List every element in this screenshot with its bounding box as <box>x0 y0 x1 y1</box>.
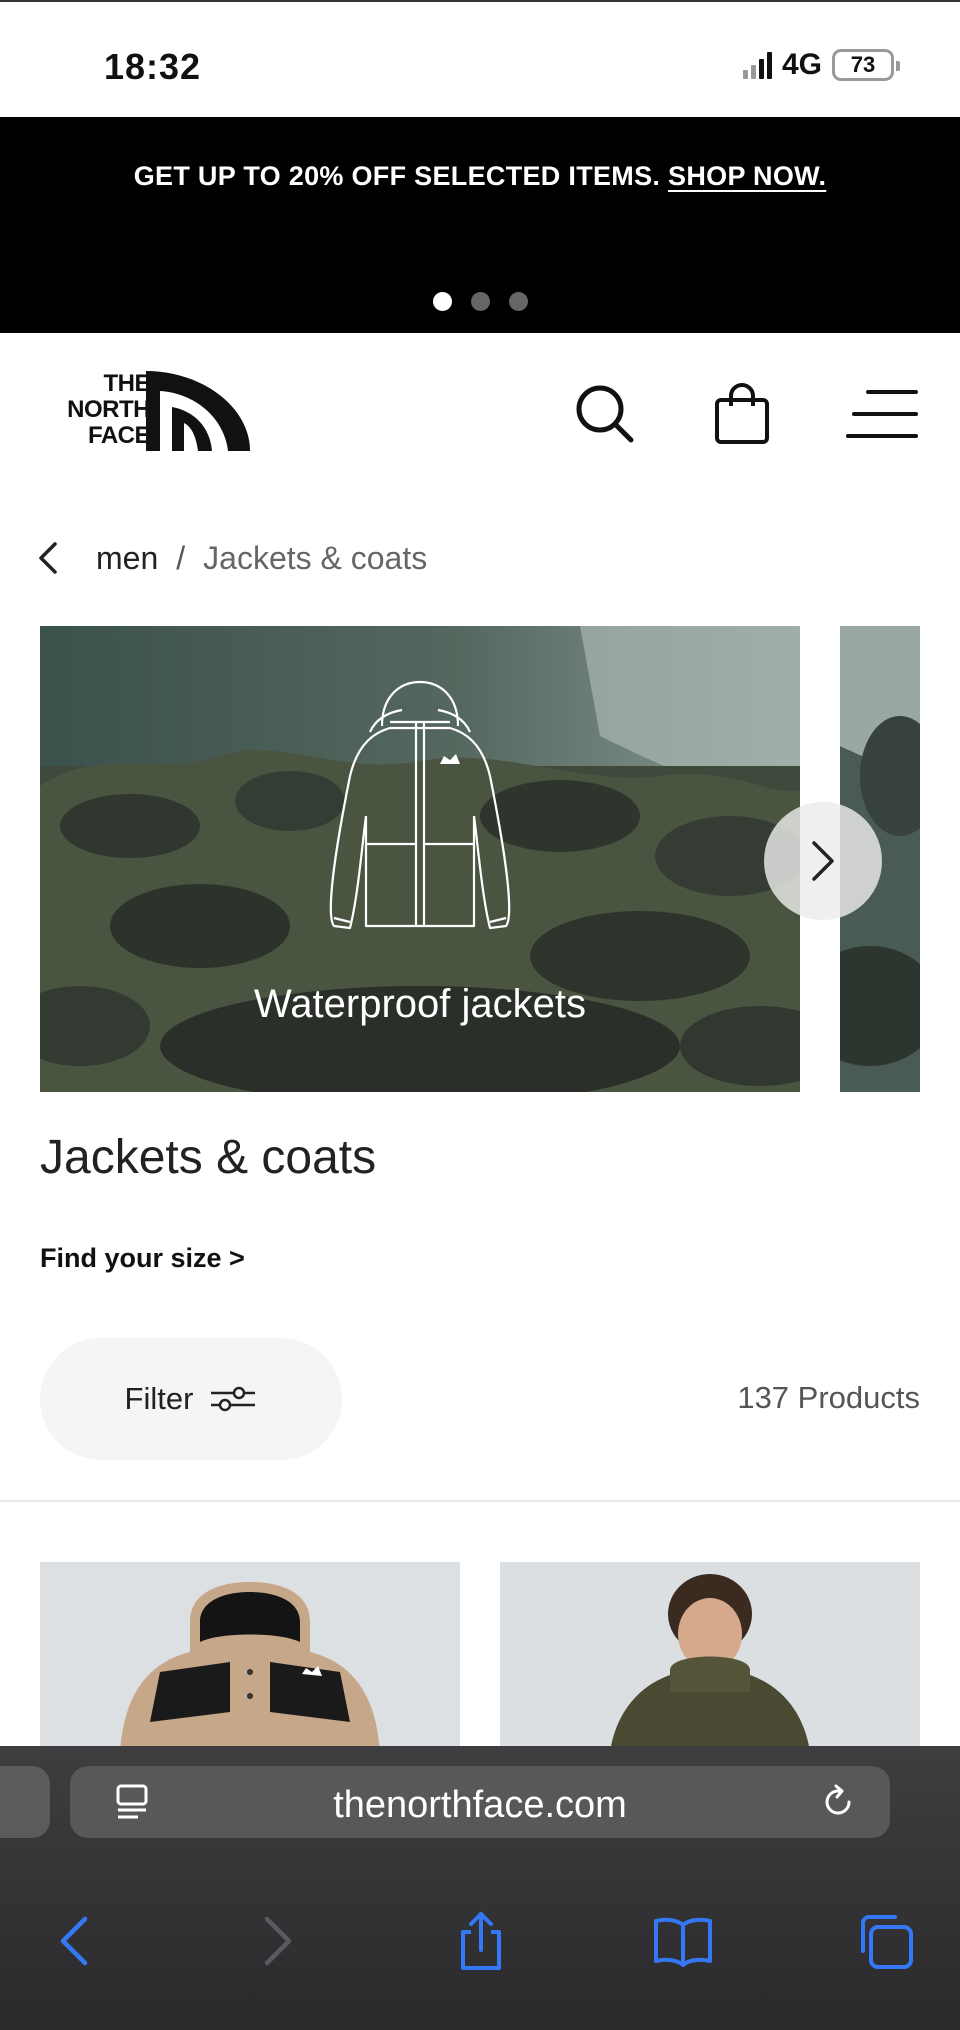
carousel-next-button[interactable] <box>764 802 882 920</box>
promo-pagination <box>0 292 960 311</box>
product-card-1[interactable] <box>40 1562 460 1752</box>
product-card-2[interactable] <box>500 1562 920 1752</box>
status-time: 18:32 <box>104 46 202 87</box>
battery-icon: 73 <box>832 49 900 81</box>
breadcrumb-men-link[interactable]: men <box>96 540 158 577</box>
status-bar: 18:32 4G 73 <box>0 0 960 117</box>
find-your-size-link[interactable]: Find your size > <box>40 1243 245 1274</box>
previous-tab-peek[interactable] <box>0 1766 50 1838</box>
filter-button[interactable]: Filter <box>40 1338 342 1460</box>
battery-level: 73 <box>850 52 876 77</box>
menu-icon[interactable] <box>846 379 918 449</box>
product-image-jacket-1 <box>40 1562 460 1752</box>
pagination-dot-2[interactable] <box>470 292 490 311</box>
product-count: 137 Products <box>737 1380 920 1415</box>
category-carousel: Waterproof jackets <box>40 626 920 1092</box>
shop-now-link[interactable]: SHOP NOW. <box>668 161 826 191</box>
pagination-dot-1[interactable] <box>432 292 452 311</box>
breadcrumb-current: Jackets & coats <box>203 539 428 576</box>
promo-banner: GET UP TO 20% OFF SELECTED ITEMS. SHOP N… <box>0 117 960 333</box>
search-icon[interactable] <box>570 379 640 449</box>
filter-label: Filter <box>124 1381 194 1416</box>
reload-icon[interactable] <box>816 1780 860 1824</box>
back-chevron-icon[interactable] <box>38 536 68 580</box>
category-card-waterproof[interactable]: Waterproof jackets <box>40 626 800 1092</box>
chevron-right-icon <box>812 841 834 881</box>
browser-chrome: thenorthface.com <box>0 1746 960 2030</box>
north-face-logo[interactable]: THE NORTH FACE <box>38 371 250 451</box>
half-dome-logo-icon <box>146 371 250 451</box>
breadcrumb: men / Jackets & coats <box>38 536 427 580</box>
page-title: Jackets & coats <box>40 1131 377 1184</box>
network-type: 4G <box>781 48 822 81</box>
tabs-icon[interactable] <box>852 1908 918 1974</box>
logo-line-3: FACE <box>87 422 151 449</box>
category-caption: Waterproof jackets <box>254 982 586 1026</box>
forward-icon[interactable] <box>246 1908 312 1974</box>
bookmarks-icon[interactable] <box>650 1908 716 1974</box>
address-bar[interactable]: thenorthface.com <box>70 1766 890 1838</box>
logo-line-2: NORTH <box>67 396 150 423</box>
url-text: thenorthface.com <box>333 1784 627 1826</box>
site-header: THE NORTH FACE <box>0 333 960 493</box>
logo-line-1: THE <box>103 370 151 397</box>
promo-message: GET UP TO 20% OFF SELECTED ITEMS. <box>133 161 661 191</box>
sliders-icon <box>211 1386 256 1412</box>
section-divider <box>0 1500 960 1502</box>
promo-text-row: GET UP TO 20% OFF SELECTED ITEMS. SHOP N… <box>0 161 960 192</box>
share-icon[interactable] <box>448 1908 514 1974</box>
breadcrumb-separator: / <box>176 539 186 576</box>
pagination-dot-3[interactable] <box>508 292 528 311</box>
status-indicators: 4G 73 <box>742 48 900 82</box>
signal-icon <box>742 51 772 79</box>
shopping-bag-icon[interactable] <box>707 379 777 449</box>
back-icon[interactable] <box>40 1908 106 1974</box>
product-image-jacket-2 <box>500 1562 920 1752</box>
logo-wordmark: THE NORTH FACE <box>38 371 150 449</box>
